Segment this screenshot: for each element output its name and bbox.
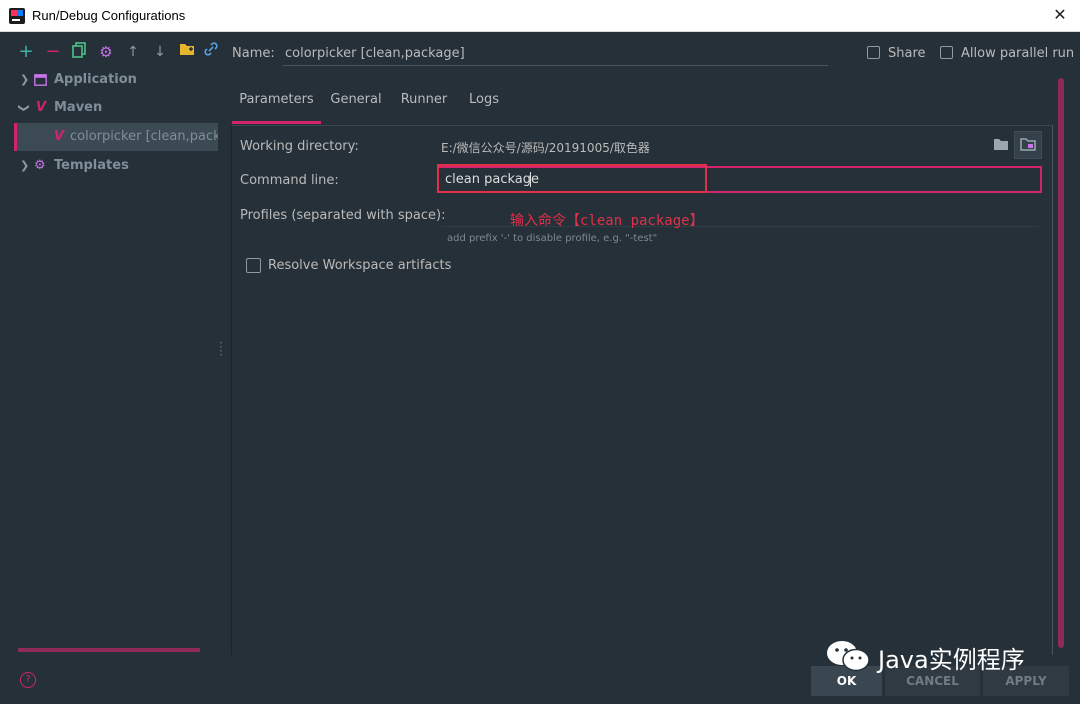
close-icon[interactable]: ✕ bbox=[1050, 5, 1070, 25]
macro-folder-icon bbox=[1020, 138, 1036, 151]
application-icon bbox=[34, 68, 47, 95]
working-directory-label: Working directory: bbox=[240, 139, 359, 154]
maven-icon: V bbox=[54, 129, 65, 144]
tree-item-label: Application bbox=[54, 72, 137, 87]
remove-icon[interactable]: − bbox=[43, 42, 63, 62]
copy-icon[interactable] bbox=[69, 42, 89, 62]
insert-macro-button[interactable] bbox=[1014, 131, 1042, 159]
selection-indicator bbox=[14, 123, 17, 151]
tab-logs[interactable]: Logs bbox=[464, 86, 504, 124]
gear-icon: ⚙ bbox=[34, 158, 46, 173]
chevron-down-icon[interactable]: ❯ bbox=[12, 103, 36, 112]
name-label: Name: bbox=[232, 46, 275, 61]
tab-label: General bbox=[330, 92, 382, 107]
splitter-handle[interactable]: · · · · bbox=[219, 337, 225, 361]
intellij-logo-icon bbox=[9, 8, 25, 24]
tree-item-maven[interactable]: ❯ V Maven bbox=[14, 96, 218, 120]
tree-item-label: Maven bbox=[54, 100, 103, 115]
help-icon[interactable]: ? bbox=[20, 672, 36, 688]
move-up-icon[interactable]: ↑ bbox=[123, 42, 143, 62]
sidebar-scrollbar[interactable] bbox=[18, 648, 200, 652]
tab-runner[interactable]: Runner bbox=[398, 86, 450, 124]
resolve-workspace-checkbox[interactable] bbox=[246, 258, 261, 273]
watermark: Java实例程序 bbox=[824, 634, 1064, 678]
title-bar: Run/Debug Configurations ✕ bbox=[0, 0, 1080, 32]
wechat-logo-icon bbox=[827, 641, 870, 672]
tab-label: Parameters bbox=[239, 92, 314, 107]
add-icon[interactable]: + bbox=[16, 42, 36, 62]
configuration-tree: ❯ Application ❯ V Maven V colorpicker [c… bbox=[14, 68, 218, 652]
share-checkbox[interactable] bbox=[867, 46, 880, 59]
resolve-workspace-label: Resolve Workspace artifacts bbox=[268, 258, 452, 273]
watermark-text: Java实例程序 bbox=[878, 646, 1025, 674]
new-folder-icon[interactable] bbox=[177, 42, 197, 62]
window-title: Run/Debug Configurations bbox=[32, 8, 186, 23]
move-down-icon[interactable]: ↓ bbox=[150, 42, 170, 62]
tree-item-colorpicker[interactable]: V colorpicker [clean,packag bbox=[14, 123, 218, 151]
maven-icon: V bbox=[36, 100, 47, 115]
link-icon[interactable] bbox=[201, 42, 221, 62]
working-directory-value[interactable]: E:/微信公众号/源码/20191005/取色器 bbox=[441, 139, 650, 156]
annotation-text: 输入命令【clean package】 bbox=[510, 213, 704, 229]
tree-item-label: Templates bbox=[54, 158, 129, 173]
tree-item-templates[interactable]: ❯ ⚙ Templates bbox=[14, 154, 218, 178]
folder-icon[interactable] bbox=[992, 138, 1010, 154]
tab-parameters[interactable]: Parameters bbox=[232, 86, 321, 124]
active-tab-indicator bbox=[232, 121, 321, 124]
chevron-right-icon[interactable]: ❯ bbox=[20, 154, 29, 178]
share-label: Share bbox=[888, 46, 926, 61]
tab-label: Runner bbox=[400, 92, 448, 107]
tree-item-application[interactable]: ❯ Application bbox=[14, 68, 218, 92]
profiles-label: Profiles (separated with space): bbox=[240, 208, 446, 223]
tab-general[interactable]: General bbox=[329, 86, 383, 124]
text-caret bbox=[530, 172, 531, 187]
tab-label: Logs bbox=[469, 92, 499, 107]
settings-icon[interactable]: ⚙ bbox=[96, 42, 116, 62]
content-scrollbar[interactable] bbox=[1058, 78, 1064, 648]
profiles-hint: add prefix '-' to disable profile, e.g. … bbox=[447, 233, 658, 244]
chevron-right-icon[interactable]: ❯ bbox=[20, 68, 29, 92]
command-line-label: Command line: bbox=[240, 173, 339, 188]
name-input[interactable] bbox=[283, 42, 828, 66]
tree-item-label: colorpicker [clean,packag bbox=[70, 129, 218, 144]
allow-parallel-label: Allow parallel run bbox=[961, 46, 1075, 61]
allow-parallel-checkbox[interactable] bbox=[940, 46, 953, 59]
